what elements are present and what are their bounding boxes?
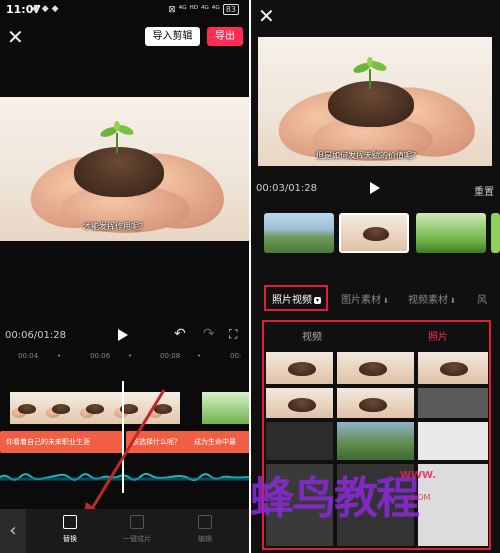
download-icon: ⬇ (383, 297, 389, 305)
media-grid-item[interactable] (418, 388, 488, 418)
ruler-tick: • (197, 352, 202, 360)
subtitle-chip[interactable]: 成为生命中最 (188, 431, 255, 453)
editor-screen: 11:07 ◆ ◆ ◆ ⊠ ⁴ᴳ ᴴᴰ ⁴ᴳ ⁴ᴳ 83 ✕ 导入剪辑 导出 才能… (0, 0, 255, 553)
edit-icon (198, 515, 212, 529)
media-grid-item[interactable] (266, 388, 333, 418)
toolbar-edit[interactable]: 编辑 (180, 515, 230, 544)
signal-text: ⊠ ⁴ᴳ ᴴᴰ ⁴ᴳ ⁴ᴳ (168, 5, 220, 15)
tab-video-material[interactable]: 视频素材 ⬇ (408, 291, 456, 306)
ruler-tick: • (57, 352, 62, 360)
watermark-sub: WWW. (400, 470, 436, 481)
preview-subtitle: 才能发挥作用呢？ (83, 222, 147, 231)
film-icon (130, 515, 144, 529)
tab-photo-video-label: 照片视频 (272, 295, 312, 306)
clip-thumb-landscape[interactable] (264, 213, 334, 253)
redo-icon[interactable]: ↷ (203, 326, 215, 342)
tab-video-material-label: 视频素材 (408, 295, 448, 306)
fullscreen-icon[interactable]: ⛶ (229, 327, 237, 342)
clip-thumb-green (202, 392, 249, 424)
media-grid-item[interactable] (266, 352, 333, 384)
play-icon[interactable] (370, 182, 380, 194)
ruler-tick: 00:06 (90, 352, 111, 360)
notification-icons: ◆ ◆ ◆ (32, 4, 59, 14)
download-icon: ⬇ (450, 297, 456, 305)
watermark-url: ...COM (404, 493, 431, 502)
video-preview[interactable]: 才能发挥作用呢？ (0, 97, 249, 241)
clip-thumb-plants[interactable] (416, 213, 486, 253)
ruler-tick: 00:08 (160, 352, 181, 360)
status-bar: 11:07 ◆ ◆ ◆ ⊠ ⁴ᴳ ᴴᴰ ⁴ᴳ ⁴ᴳ 83 (0, 0, 249, 22)
tab-image-material[interactable]: 图片素材 ⬇ (341, 291, 389, 306)
toolbar-replace-label: 替换 (63, 535, 77, 543)
timecode: 00:06/01:28 (5, 330, 67, 341)
media-grid-item[interactable] (266, 422, 333, 460)
battery-icon: 83 (222, 4, 239, 15)
replace-preview[interactable]: 但是如何发挥天赋的价值呢？ (258, 37, 492, 166)
close-icon[interactable]: ✕ (7, 27, 24, 47)
media-grid-item[interactable] (418, 422, 488, 460)
play-icon[interactable] (118, 329, 128, 341)
tab-photo-video[interactable]: 照片视频 ▾ (272, 291, 322, 306)
media-grid-item[interactable] (337, 388, 414, 418)
media-grid-item[interactable] (418, 352, 488, 384)
ruler-tick: • (128, 352, 133, 360)
toolbar-edit-label: 编辑 (198, 535, 212, 543)
tab-image-material-label: 图片素材 (341, 295, 381, 306)
ruler-tick: 00:04 (18, 352, 39, 360)
replace-icon (63, 515, 77, 529)
segment-photo[interactable]: 照片 (428, 328, 448, 343)
timecode: 00:03/01:28 (256, 183, 318, 194)
media-grid-item[interactable] (337, 352, 414, 384)
preview-subtitle: 但是如何发挥天赋的价值呢？ (316, 151, 420, 160)
segment-video[interactable]: 视频 (302, 328, 322, 343)
watermark-sub-line: WWW. (400, 470, 437, 481)
ruler-tick: 00: (230, 352, 242, 360)
signal-icons: ⊠ ⁴ᴳ ᴴᴰ ⁴ᴳ ⁴ᴳ 83 (168, 4, 239, 15)
clip-thumb-partial[interactable] (491, 213, 500, 253)
reset-button[interactable]: 重置 (474, 183, 494, 198)
watermark-logo: 蜂鸟教程 (250, 473, 420, 524)
bottom-toolbar: ‹ 替换 一键成片 编辑 (0, 509, 249, 553)
chevron-down-icon: ▾ (314, 296, 322, 304)
clip-thumb-selected[interactable] (339, 213, 409, 253)
undo-icon[interactable]: ↶ (174, 326, 186, 342)
import-clip-button[interactable]: 导入剪辑 (145, 27, 200, 46)
export-button[interactable]: 导出 (207, 27, 243, 46)
clip-thumb (10, 392, 44, 424)
subtitle-chip-text: 成为生命中最 (194, 438, 236, 446)
media-grid-item[interactable] (337, 422, 414, 460)
toolbar-oneclick-label: 一键成片 (123, 535, 151, 543)
annotation-arrow (82, 389, 166, 524)
back-chevron-icon[interactable]: ‹ (0, 509, 26, 553)
tab-more-label: 风 (477, 295, 487, 306)
toolbar-oneclick[interactable]: 一键成片 (112, 515, 162, 544)
material-tabs: 照片视频 ▾ 图片素材 ⬇ 视频素材 ⬇ 风 (251, 285, 500, 311)
clip-thumb (44, 392, 78, 424)
toolbar-replace[interactable]: 替换 (45, 515, 95, 544)
tab-more[interactable]: 风 (477, 291, 487, 306)
media-segment: 视频 照片 (262, 323, 490, 347)
close-icon[interactable]: ✕ (258, 6, 275, 26)
